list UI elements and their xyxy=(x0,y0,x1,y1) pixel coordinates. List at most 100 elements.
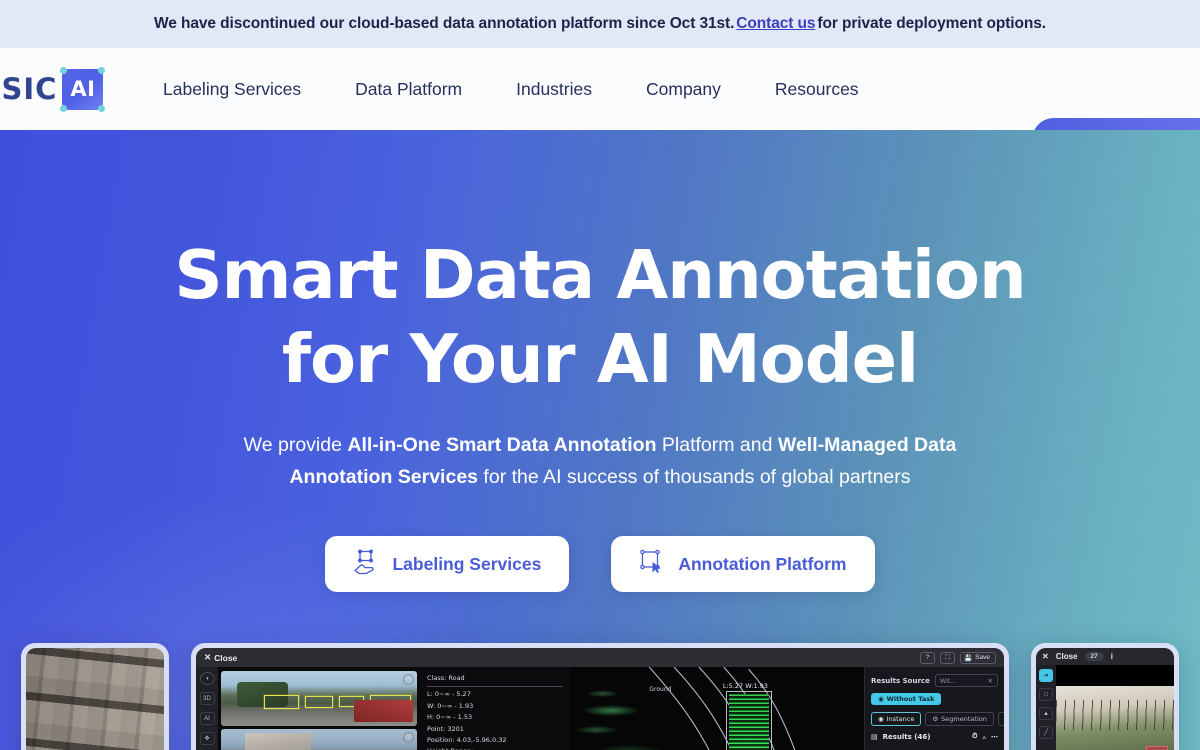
view-3d-icon[interactable]: 3D xyxy=(199,692,215,705)
logo-handle-bottom-right-icon xyxy=(98,104,106,112)
nav-item-industries[interactable]: Industries xyxy=(516,79,592,100)
nav-item-company[interactable]: Company xyxy=(646,79,721,100)
camera-view-rear[interactable]: 👁 xyxy=(221,729,417,750)
announcement-tail: for private deployment options. xyxy=(817,15,1046,32)
rectangle-icon[interactable]: □ xyxy=(1039,688,1053,701)
labeling-services-button[interactable]: Labeling Services xyxy=(325,536,570,592)
bbox-annotation xyxy=(369,695,412,712)
hero-title-line-2: for Your AI Model xyxy=(281,320,919,398)
nav-item-resources[interactable]: Resources xyxy=(775,79,859,100)
point-cloud-bbox-fill xyxy=(728,694,769,750)
detail-class-value: Road xyxy=(448,674,465,682)
image-tool-close-label: Close xyxy=(1055,652,1078,661)
filter-icon[interactable]: ▾ xyxy=(997,712,1004,726)
ai-assist-icon[interactable]: AI xyxy=(199,712,215,725)
history-icon[interactable]: ⏱ xyxy=(972,732,977,741)
logo-ai-badge-icon: AI xyxy=(60,66,106,112)
info-icon[interactable]: i xyxy=(1111,652,1113,661)
move-icon[interactable]: ✥ xyxy=(199,732,215,745)
detail-class-label: Class: xyxy=(427,674,447,682)
tool-left-toolbar: ◑ 3D AI ✥ ☉ xyxy=(196,667,218,750)
detail-length: L: 0~∞ - 5.27 xyxy=(427,690,471,699)
tool-save-label: Save xyxy=(975,654,990,661)
fence-posts-overlay xyxy=(1056,700,1174,731)
contact-us-link[interactable]: Contact us xyxy=(736,15,815,33)
chip-dot-icon: ◉ xyxy=(878,695,884,703)
logo-handle-top-right-icon xyxy=(98,66,106,74)
site-logo[interactable]: ASIC AI xyxy=(0,66,113,112)
clear-icon[interactable]: ✕ xyxy=(988,677,993,685)
nav-item-data-platform[interactable]: Data Platform xyxy=(355,79,462,100)
results-count-label: Results (46) xyxy=(882,732,931,741)
announcement-bar: We have discontinued our cloud-based dat… xyxy=(0,0,1200,48)
hero-sub-part-3: for the AI success of thousands of globa… xyxy=(478,466,911,488)
logo-handle-top-left-icon xyxy=(60,66,68,74)
labeling-services-label: Labeling Services xyxy=(392,553,542,574)
hero-title-line-1: Smart Data Annotation xyxy=(174,236,1026,314)
showcase-card-photo[interactable] xyxy=(21,643,169,750)
bounding-box-cursor-icon xyxy=(639,549,665,580)
image-tool-toolbar: ➜ □ ▲ ╱ xyxy=(1036,665,1056,750)
eye-icon[interactable]: 👁 xyxy=(403,732,414,743)
point-cloud-view[interactable]: Ground L:5.27 W:1.93 xyxy=(570,667,864,750)
tool-save-button[interactable]: 💾 Save xyxy=(960,651,996,664)
point-cloud-bbox xyxy=(725,691,772,750)
results-list-icon: ▤ xyxy=(871,732,878,741)
image-canvas[interactable] xyxy=(1056,665,1174,750)
bbox-annotation xyxy=(338,695,365,707)
camera-view-front[interactable]: 👁 xyxy=(221,671,417,726)
line-icon[interactable]: ╱ xyxy=(1039,726,1053,739)
annotation-platform-button[interactable]: Annotation Platform xyxy=(611,536,875,592)
nav-links: Labeling Services Data Platform Industri… xyxy=(163,79,859,100)
detail-class-row: Class: Road xyxy=(427,673,563,688)
results-panel: Results Source Wit... ✕ ◉ Without Task ◉… xyxy=(864,667,1004,750)
tool-titlebar: ✕ Close ? ⛶ 💾 Save xyxy=(196,648,1004,667)
hero-sub-part-2: Platform and xyxy=(656,434,778,456)
fence-scene-image xyxy=(1056,685,1174,750)
main-navigation: ASIC AI Labeling Services Data Platform … xyxy=(0,48,1200,162)
close-icon: ✕ xyxy=(204,652,212,662)
bbox-annotation xyxy=(305,696,333,709)
hand-holding-box-icon xyxy=(353,549,379,580)
tool-close-label: Close xyxy=(214,652,238,663)
eye-icon[interactable]: 👁 xyxy=(403,674,414,685)
help-icon[interactable]: ? xyxy=(920,651,936,664)
building-facade-image xyxy=(26,648,164,750)
showcase-card-annotation-tool[interactable]: ✕ Close ? ⛶ 💾 Save ◑ 3D AI ✥ 👁 👁 Class: … xyxy=(191,643,1009,750)
detail-height-range: Height Range: xyxy=(427,746,563,750)
polygon-icon[interactable]: ▲ xyxy=(1039,707,1053,720)
tab-instance[interactable]: ◉ Instance xyxy=(871,712,922,726)
detail-width: W: 0~∞ - 1.93 xyxy=(427,701,474,710)
instance-icon: ◉ xyxy=(878,715,884,723)
showcase-card-image-tool[interactable]: ✕ Close 27 i ➜ □ ▲ ╱ xyxy=(1031,643,1179,750)
object-detail-panel: Class: Road L: 0~∞ - 5.27 W: 0~∞ - 1.93 … xyxy=(420,667,570,750)
more-options-icon[interactable]: ⋯ xyxy=(991,733,998,741)
logo-ai-text: AI xyxy=(70,77,96,101)
tab-instance-label: Instance xyxy=(886,715,915,723)
ground-label: Ground xyxy=(649,686,672,694)
without-task-chip[interactable]: ◉ Without Task xyxy=(871,693,942,705)
logo-wordmark: ASIC xyxy=(0,71,58,106)
tool-close-button[interactable]: ✕ Close xyxy=(204,652,237,663)
results-source-value: Wit... xyxy=(939,676,957,685)
close-icon[interactable]: ✕ xyxy=(1042,652,1049,661)
cursor-icon[interactable]: ➜ xyxy=(1039,669,1053,682)
hero-sub-part-1: We provide xyxy=(243,434,348,456)
logo-handle-bottom-left-icon xyxy=(60,104,68,112)
camera-views: 👁 👁 xyxy=(218,667,420,750)
without-task-label: Without Task xyxy=(886,695,935,703)
detail-height: H: 0~∞ - 1.53 xyxy=(427,713,473,722)
results-source-label: Results Source xyxy=(871,676,930,685)
globe-icon[interactable]: ◑ xyxy=(199,672,215,685)
page-title: Smart Data Annotation for Your AI Model xyxy=(0,233,1200,401)
collapse-icon[interactable]: ▵ xyxy=(982,733,986,741)
announcement-text: We have discontinued our cloud-based dat… xyxy=(154,15,735,32)
bbox-annotation xyxy=(264,695,300,710)
fullscreen-icon[interactable]: ⛶ xyxy=(940,651,956,664)
detail-point-count: Point: 3201 xyxy=(427,724,464,733)
nav-item-labeling-services[interactable]: Labeling Services xyxy=(163,79,301,100)
tab-segmentation[interactable]: ⚙ Segmentation xyxy=(925,712,994,726)
results-source-select[interactable]: Wit... ✕ xyxy=(934,674,998,687)
hero-cta-group: Labeling Services Annotation Platform xyxy=(0,536,1200,592)
bbox-dimension-label: L:5.27 W:1.93 xyxy=(722,681,768,690)
